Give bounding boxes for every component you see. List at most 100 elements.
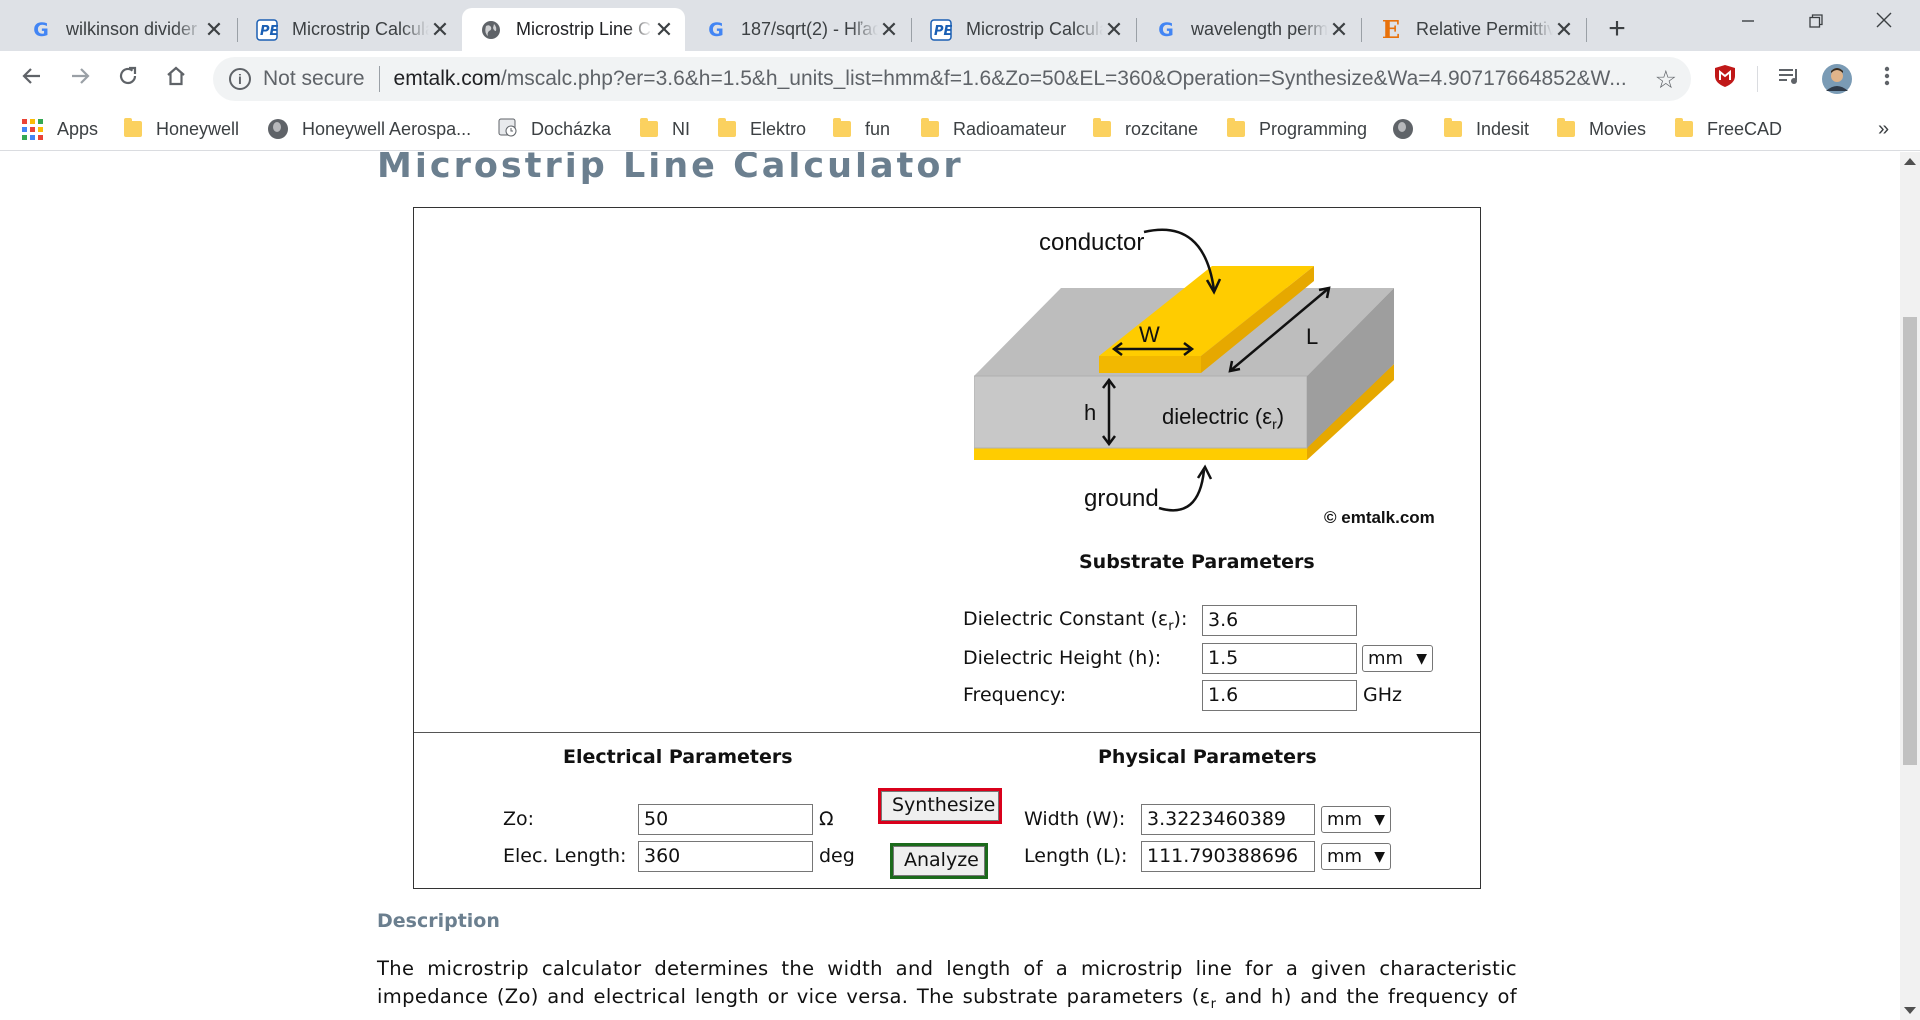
tab-relative-permittivity[interactable]: E Relative Permittivity ✕ (1362, 8, 1585, 51)
zo-unit: Ω (819, 808, 834, 830)
bookmark-star-icon[interactable]: ☆ (1655, 65, 1677, 95)
home-icon (167, 66, 185, 86)
bookmark-fun[interactable]: fun (833, 114, 890, 144)
w-label: W (1139, 322, 1160, 347)
bookmark-label: rozcitane (1125, 118, 1199, 139)
bookmark-elektro[interactable]: Elektro (718, 114, 806, 144)
home-button[interactable] (158, 61, 194, 97)
bookmark-indesit[interactable]: Indesit (1444, 114, 1529, 144)
folder-icon (1093, 118, 1111, 137)
close-icon[interactable]: ✕ (1553, 17, 1575, 43)
tab-sqrt-search[interactable]: G 187/sqrt(2) - Hľadať Googlom ✕ (687, 8, 910, 51)
microstrip-diagram: W L h dielectric (εr) conductor ground ©… (974, 228, 1435, 527)
length-unit-select[interactable]: mm ▼ (1321, 843, 1391, 870)
bookmark-label: Elektro (750, 118, 807, 139)
browser-toolbar: i Not secure emtalk.com /mscalc.php?er=3… (0, 51, 1920, 106)
conductor-front (1099, 356, 1201, 373)
forward-arrow-icon (72, 68, 90, 84)
chrome-menu-icon[interactable] (1870, 63, 1904, 97)
bookmark-ni[interactable]: NI (640, 114, 690, 144)
close-icon[interactable]: ✕ (1103, 17, 1125, 43)
tab-microstrip-line-calculator[interactable]: Microstrip Line Calculator ✕ (462, 8, 685, 51)
bookmark-apps[interactable]: Apps (22, 114, 98, 144)
restore-button[interactable] (1786, 0, 1846, 44)
not-secure-label[interactable]: Not secure (263, 67, 365, 91)
calculator-panel: W L h dielectric (εr) conductor ground ©… (413, 207, 1481, 889)
page-scrollbar[interactable] (1900, 152, 1920, 1020)
back-arrow-icon (22, 68, 40, 84)
width-unit-select[interactable]: mm ▼ (1321, 806, 1391, 833)
bookmark-honeywell[interactable]: Honeywell (124, 114, 239, 144)
frequency-input[interactable]: 1.6 (1202, 680, 1357, 711)
folder-icon (1557, 118, 1575, 137)
profile-avatar[interactable] (1820, 63, 1854, 97)
new-tab-button[interactable]: + (1597, 9, 1637, 49)
dielectric-label-close: ) (1277, 404, 1284, 429)
svg-text:PE: PE (260, 24, 278, 39)
tab-title: Relative Permittivity (1416, 19, 1553, 39)
length-output[interactable]: 111.790388696 (1141, 841, 1315, 872)
tab-title: Microstrip Calculator (966, 19, 1103, 39)
bookmark-honeywell-aerospace[interactable]: Honeywell Aerospa... (268, 114, 471, 144)
back-button[interactable] (14, 61, 50, 97)
globe-icon (480, 19, 502, 41)
bookmark-rozcitane[interactable]: rozcitane (1093, 114, 1198, 144)
electrical-heading: Electrical Parameters (563, 746, 793, 768)
tab-microstrip-calculator-1[interactable]: PE Microstrip Calculator ✕ (238, 8, 461, 51)
url-path[interactable]: /mscalc.php?er=3.6&h=1.5&h_units_list=hm… (501, 67, 1627, 91)
close-window-button[interactable] (1854, 0, 1914, 44)
close-icon[interactable]: ✕ (203, 17, 225, 43)
width-output[interactable]: 3.3223460389 (1141, 804, 1315, 835)
analyze-button[interactable]: Analyze (890, 843, 988, 879)
media-control-icon[interactable] (1772, 63, 1806, 97)
length-unit-value: mm (1327, 846, 1363, 867)
dielectric-constant-input[interactable]: 3.6 (1202, 605, 1357, 636)
conductor-label: conductor (1039, 229, 1144, 256)
close-icon[interactable]: ✕ (429, 17, 451, 43)
url-host[interactable]: emtalk.com (394, 67, 501, 91)
tab-wilkinson-search[interactable]: G wilkinson divider - Google Search ✕ (12, 8, 235, 51)
close-icon[interactable]: ✕ (1328, 17, 1350, 43)
address-bar[interactable]: i Not secure emtalk.com /mscalc.php?er=3… (213, 57, 1691, 101)
bookmark-label: Indesit (1476, 118, 1530, 139)
google-icon: G (708, 18, 724, 41)
tab-title: wilkinson divider - Google Search (66, 19, 203, 39)
bookmark-label: Docházka (531, 118, 612, 139)
bookmark-radioamateur[interactable]: Radioamateur (921, 114, 1066, 144)
height-unit-select[interactable]: mm ▼ (1362, 645, 1433, 672)
elec-length-input[interactable]: 360 (638, 841, 813, 872)
dielectric-height-input[interactable]: 1.5 (1202, 643, 1357, 674)
synthesize-button[interactable]: Synthesize (878, 788, 1002, 824)
bookmark-programming[interactable]: Programming (1227, 114, 1367, 144)
reload-button[interactable] (110, 61, 146, 97)
frequency-label: Frequency: (963, 684, 1067, 706)
ground-label: ground (1084, 485, 1159, 512)
scroll-up-arrow-icon[interactable] (1904, 158, 1916, 165)
mcafee-extension-icon[interactable] (1708, 63, 1742, 97)
bookmark-label: FreeCAD (1707, 118, 1783, 139)
elec-length-unit: deg (819, 845, 855, 867)
bookmark-globe[interactable] (1393, 114, 1427, 144)
bookmark-dochazka[interactable]: Docházka (497, 114, 611, 144)
length-label: Length (L): (1024, 845, 1128, 867)
tab-wavelength-search[interactable]: G wavelength permittivity ✕ (1137, 8, 1360, 51)
folder-icon (640, 118, 658, 137)
width-label: Width (W): (1024, 808, 1126, 830)
bookmark-freecad[interactable]: FreeCAD (1675, 114, 1782, 144)
tab-microstrip-calculator-2[interactable]: PE Microstrip Calculator ✕ (912, 8, 1135, 51)
globe-icon (268, 119, 288, 139)
minimize-button[interactable] (1718, 0, 1778, 44)
scroll-down-arrow-icon[interactable] (1904, 1007, 1916, 1014)
scrollbar-thumb[interactable] (1903, 317, 1917, 765)
bookmark-movies[interactable]: Movies (1557, 114, 1646, 144)
info-icon[interactable]: i (229, 68, 251, 90)
bookmark-label: Programming (1259, 118, 1368, 139)
toolbar-divider (1757, 66, 1758, 92)
substrate-heading: Substrate Parameters (1079, 551, 1315, 573)
forward-button[interactable] (62, 61, 98, 97)
bookmarks-overflow-button[interactable]: » (1878, 114, 1889, 144)
bookmark-label: Apps (57, 118, 99, 139)
close-icon[interactable]: ✕ (653, 17, 675, 43)
close-icon[interactable]: ✕ (878, 17, 900, 43)
zo-input[interactable]: 50 (638, 804, 813, 835)
